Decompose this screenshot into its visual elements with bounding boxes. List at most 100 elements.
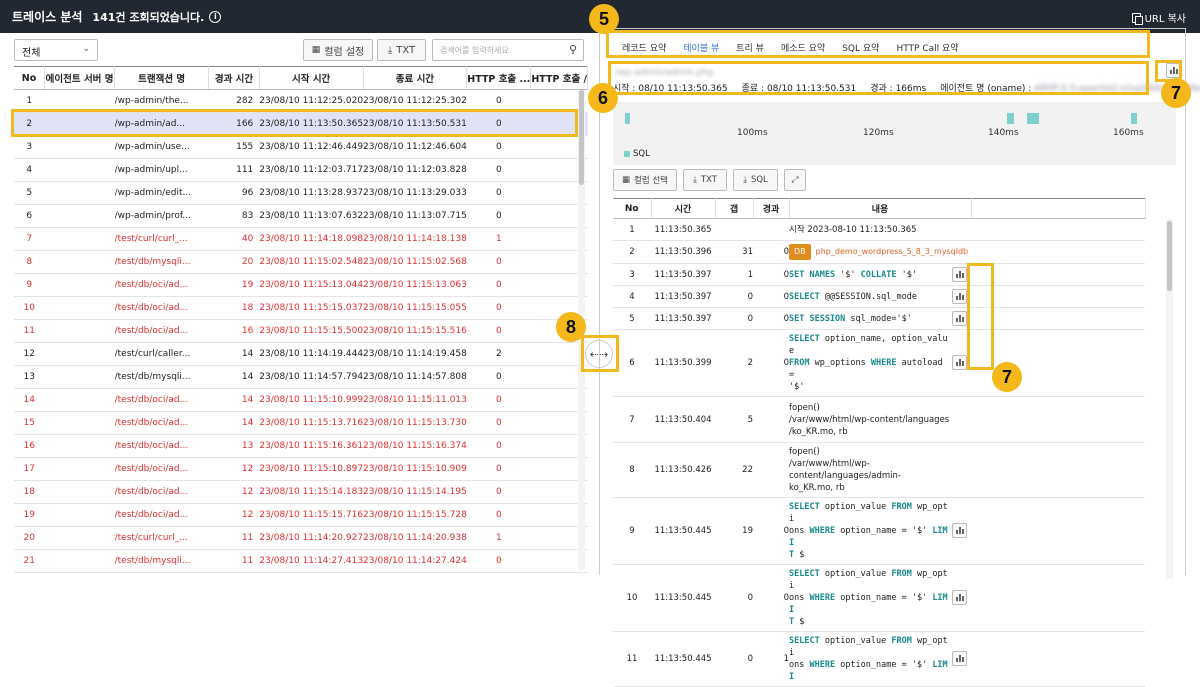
- table-row[interactable]: 11/test/db/oci/ad... 16 23/08/10 11:15:15.…: [14, 319, 588, 343]
- row-chart-icon[interactable]: [952, 266, 967, 282]
- column-header[interactable]: 시작 시간: [259, 66, 364, 90]
- column-header[interactable]: 경과: [753, 198, 790, 219]
- table-row[interactable]: 14/test/db/oci/ad... 14 23/08/10 11:15:10.…: [14, 388, 588, 412]
- cell-elapsed: 11: [208, 526, 260, 550]
- trace-row[interactable]: 11 11:13:50.445 0 1 SELECT option_value FROM…: [613, 631, 1145, 687]
- timeline-tick: 120ms: [863, 128, 894, 138]
- table-row[interactable]: 16/test/db/oci/ad... 13 23/08/10 11:15:16.…: [14, 434, 588, 458]
- trace-row[interactable]: 9 11:13:50.445 19 0 SELECT option_value FROM…: [613, 497, 1145, 565]
- column-header[interactable]: 갭: [715, 198, 754, 219]
- trace-row[interactable]: 7 11:13:50.404 5 fopen() /var/www/html/wp-c…: [613, 396, 1145, 443]
- column-header[interactable]: 내용: [789, 198, 972, 219]
- detail-scroll-thumb[interactable]: [1167, 221, 1172, 291]
- detail-scrollbar[interactable]: [1166, 219, 1173, 579]
- table-row[interactable]: 7/test/curl/curl_... 40 23/08/10 11:14:18.…: [14, 227, 588, 251]
- table-row[interactable]: 19/test/db/oci/ad... 12 23/08/10 11:15:15.…: [14, 503, 588, 527]
- column-header[interactable]: 트랜잭션 명: [114, 66, 210, 90]
- table-row[interactable]: 13/test/db/mysqli... 14 23/08/10 11:14:57.…: [14, 365, 588, 389]
- cell-server: [44, 503, 115, 527]
- search-input[interactable]: 검색어를 입력하세요: [440, 46, 509, 55]
- row-chart-icon[interactable]: [952, 590, 967, 605]
- table-row[interactable]: 8/test/db/mysqli... 20 23/08/10 11:15:02.5…: [14, 250, 588, 274]
- cell-elapsed: [753, 442, 789, 498]
- cell-http: 1: [466, 526, 531, 550]
- trace-row[interactable]: 1 11:13:50.365 시작 2023-08-10 11:13:50.365: [613, 218, 1145, 241]
- cell-name: /test/curl/caller...: [114, 342, 209, 366]
- cell-time: 11:13:50.365: [651, 218, 715, 241]
- trace-row[interactable]: 2 11:13:50.396 31 0 DB php_demo_wordpress_5_8…: [613, 240, 1145, 264]
- cell-elapsed: [753, 218, 789, 241]
- column-header[interactable]: HTTP 호출 ...: [466, 66, 532, 90]
- cell-http: 0: [466, 296, 531, 320]
- column-header[interactable]: 종료 시간: [363, 66, 468, 90]
- row-chart-icon[interactable]: [952, 288, 967, 304]
- cell-time: 11:13:50.397: [651, 307, 715, 330]
- table-row[interactable]: 10/test/db/oci/ad... 18 23/08/10 11:15:15.…: [14, 296, 588, 320]
- url-copy-button[interactable]: URL 복사: [1131, 10, 1186, 25]
- txt-download-button[interactable]: ⤓ TXT: [377, 39, 426, 61]
- table-row[interactable]: 9/test/db/oci/ad... 19 23/08/10 11:15:13.0…: [14, 273, 588, 297]
- table-row[interactable]: 5/wp-admin/edit... 96 23/08/10 11:13:28.93…: [14, 181, 588, 205]
- cell-end: 23/08/10 11:15:13.730: [363, 411, 467, 435]
- cell-http: 1: [466, 227, 531, 251]
- cell-start: 23/08/10 11:13:28.937: [259, 181, 364, 205]
- column-header[interactable]: 경과 시간: [208, 66, 260, 90]
- highlight-selected-row: [11, 109, 578, 137]
- column-header[interactable]: No: [14, 66, 46, 90]
- cell-server: [44, 411, 115, 435]
- sql-text: SELECT @@SESSION.sql_mode: [789, 291, 917, 302]
- cell-name: /test/db/oci/ad...: [114, 503, 209, 527]
- table-row[interactable]: 12/test/curl/caller... 14 23/08/10 11:14:1…: [14, 342, 588, 366]
- cell-http: 0: [466, 250, 531, 274]
- trace-row[interactable]: 8 11:13:50.426 22 fopen() /var/www/html/wp-…: [613, 442, 1145, 498]
- column-header[interactable]: 에이전트 서버 명: [44, 66, 116, 90]
- cell-no: 5: [14, 181, 45, 205]
- column-select-button[interactable]: ▦ 컬럼 선택: [613, 169, 677, 191]
- cell-elapsed: [753, 396, 789, 443]
- trace-row[interactable]: 3 11:13:50.397 1 0 SET NAMES '$' COLLATE '$': [613, 263, 1145, 286]
- table-row[interactable]: 20/test/curl/curl_... 11 23/08/10 11:14:20…: [14, 526, 588, 550]
- table-row[interactable]: 21/test/db/mysqli... 11 23/08/10 11:14:27.…: [14, 549, 588, 573]
- cell-start: 23/08/10 11:12:46.449: [259, 135, 364, 159]
- cell-name: /wp-admin/prof...: [114, 204, 209, 228]
- column-header[interactable]: No: [613, 198, 652, 219]
- cell-no: 10: [14, 296, 45, 320]
- filter-value: 전체: [22, 48, 41, 59]
- filter-select[interactable]: 전체 ⌄: [14, 39, 98, 61]
- table-row[interactable]: 3/wp-admin/use... 155 23/08/10 11:12:46.44…: [14, 135, 588, 159]
- info-icon[interactable]: i: [209, 10, 222, 23]
- column-header[interactable]: 시간: [651, 198, 716, 219]
- table-row[interactable]: 15/test/db/oci/ad... 14 23/08/10 11:15:13.…: [14, 411, 588, 435]
- trace-row[interactable]: 4 11:13:50.397 0 0 SELECT @@SESSION.sql_mode: [613, 285, 1145, 308]
- trace-row[interactable]: 6 11:13:50.399 2 0 SELECT option_name, optio…: [613, 329, 1145, 397]
- row-chart-icon[interactable]: [952, 310, 967, 326]
- sql-text: SELECT option_value FROM wp_opti ons WHE…: [789, 569, 948, 627]
- cell-server: [44, 342, 115, 366]
- table-row[interactable]: 18/test/db/oci/ad... 12 23/08/10 11:15:14.…: [14, 480, 588, 504]
- row-chart-icon[interactable]: [952, 523, 967, 538]
- cell-elapsed: 12: [208, 457, 260, 481]
- fullscreen-button[interactable]: ⤢: [784, 169, 806, 191]
- txt-download-button[interactable]: ⤓ TXT: [683, 169, 727, 191]
- search-icon[interactable]: ⚲: [569, 43, 577, 56]
- sql-download-button[interactable]: ⤓ SQL: [733, 169, 778, 191]
- table-row[interactable]: 6/wp-admin/prof... 83 23/08/10 11:13:07.63…: [14, 204, 588, 228]
- cell-no: 5: [613, 307, 651, 330]
- cell-name: /wp-admin/edit...: [114, 181, 209, 205]
- cell-http: 0: [466, 434, 531, 458]
- cell-start: 23/08/10 11:15:10.897: [259, 457, 364, 481]
- table-row[interactable]: 17/test/db/oci/ad... 12 23/08/10 11:15:10.…: [14, 457, 588, 481]
- trace-row[interactable]: 5 11:13:50.397 0 0 SET SESSION sql_mode='$': [613, 307, 1145, 330]
- db-name[interactable]: php_demo_wordpress_5_8_3_mysqldb: [816, 247, 968, 256]
- search-box[interactable]: 검색어를 입력하세요 ⚲: [432, 39, 584, 61]
- table-row[interactable]: 4/wp-admin/upl... 111 23/08/10 11:12:03.71…: [14, 158, 588, 182]
- column-setting-button[interactable]: ▦ 컬럼 설정: [303, 39, 373, 61]
- cell-gap: 1: [715, 263, 753, 286]
- row-chart-icon[interactable]: [952, 651, 967, 666]
- row-chart-icon[interactable]: [952, 355, 967, 370]
- cell-no: 17: [14, 457, 45, 481]
- cell-elapsed: 14: [208, 365, 260, 389]
- column-header[interactable]: HTTP 호출 /: [530, 66, 588, 90]
- cell-end: 23/08/10 11:15:16.374: [363, 434, 467, 458]
- list-scroll-thumb[interactable]: [579, 90, 584, 185]
